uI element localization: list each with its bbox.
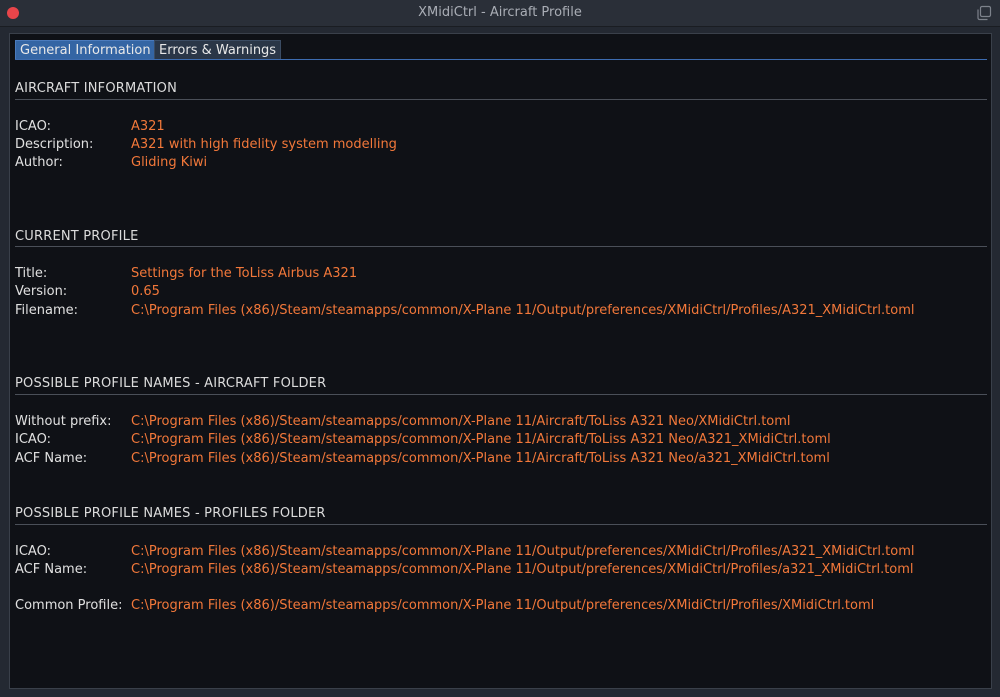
label-title: Title: <box>15 266 48 281</box>
title-bar[interactable]: XMidiCtrl - Aircraft Profile <box>0 0 1000 27</box>
window-title: XMidiCtrl - Aircraft Profile <box>418 5 582 20</box>
label-aircraft-icao: ICAO: <box>15 432 51 447</box>
value-profiles-acf: C:\Program Files (x86)/Steam/steamapps/c… <box>131 562 914 577</box>
value-profiles-icao: C:\Program Files (x86)/Steam/steamapps/c… <box>131 544 915 559</box>
section-divider <box>15 524 987 525</box>
value-filename: C:\Program Files (x86)/Steam/steamapps/c… <box>131 303 915 318</box>
label-description: Description: <box>15 137 94 152</box>
section-current-profile: CURRENT PROFILE <box>15 229 139 244</box>
tab-errors-warnings[interactable]: Errors & Warnings <box>154 40 282 60</box>
app-window: XMidiCtrl - Aircraft Profile General Inf… <box>0 0 1000 697</box>
main-panel: General Information Errors & Warnings AI… <box>9 33 992 689</box>
section-aircraft-folder: POSSIBLE PROFILE NAMES - AIRCRAFT FOLDER <box>15 376 327 391</box>
label-aircraft-acf: ACF Name: <box>15 451 88 466</box>
label-profiles-acf: ACF Name: <box>15 562 88 577</box>
value-title: Settings for the ToLiss Airbus A321 <box>131 266 358 281</box>
maximize-icon[interactable] <box>976 5 992 21</box>
value-version: 0.65 <box>131 284 160 299</box>
label-without-prefix: Without prefix: <box>15 414 112 429</box>
section-divider <box>15 246 987 247</box>
label-filename: Filename: <box>15 303 79 318</box>
value-icao: A321 <box>131 119 165 134</box>
tab-underline <box>15 59 987 60</box>
value-author: Gliding Kiwi <box>131 155 208 170</box>
section-divider <box>15 394 987 395</box>
label-icao: ICAO: <box>15 119 51 134</box>
label-author: Author: <box>15 155 63 170</box>
tab-general-information[interactable]: General Information <box>15 40 156 60</box>
value-aircraft-acf: C:\Program Files (x86)/Steam/steamapps/c… <box>131 451 830 466</box>
section-profiles-folder: POSSIBLE PROFILE NAMES - PROFILES FOLDER <box>15 506 326 521</box>
value-description: A321 with high fidelity system modelling <box>131 137 397 152</box>
section-aircraft-information: AIRCRAFT INFORMATION <box>15 81 178 96</box>
label-common-profile: Common Profile: <box>15 598 123 613</box>
label-version: Version: <box>15 284 68 299</box>
value-without-prefix: C:\Program Files (x86)/Steam/steamapps/c… <box>131 414 791 429</box>
value-aircraft-icao: C:\Program Files (x86)/Steam/steamapps/c… <box>131 432 831 447</box>
section-divider <box>15 99 987 100</box>
value-common-profile: C:\Program Files (x86)/Steam/steamapps/c… <box>131 598 875 613</box>
label-profiles-icao: ICAO: <box>15 544 51 559</box>
